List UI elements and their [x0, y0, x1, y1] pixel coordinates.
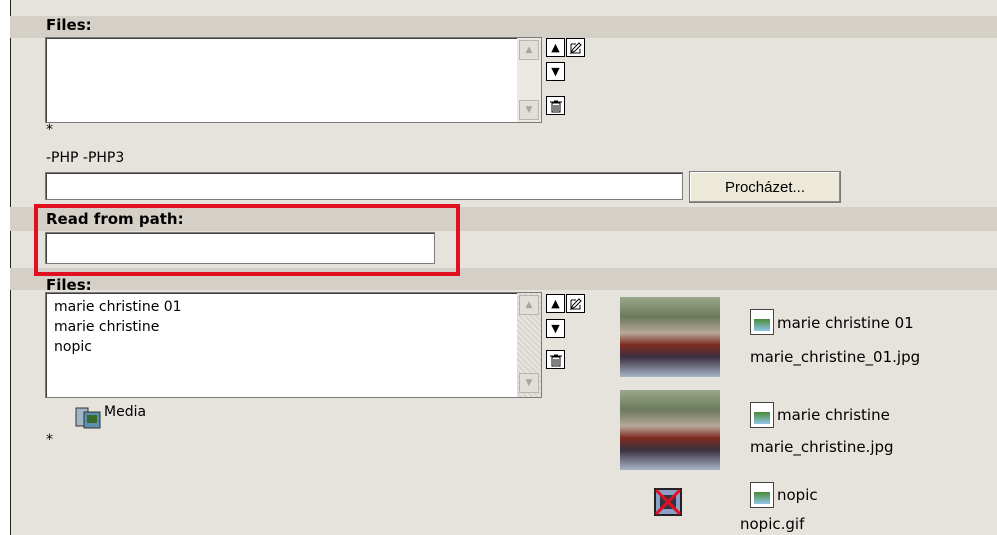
trash-icon: [549, 100, 562, 112]
delete-button[interactable]: [546, 96, 565, 115]
media-icon: [75, 407, 101, 429]
gallery-filename: nopic.gif: [740, 515, 805, 533]
edit-icon: [569, 41, 582, 54]
required-mark: *: [46, 122, 53, 138]
arrow-up-icon: ▲: [551, 41, 560, 54]
required-mark-2: *: [46, 432, 53, 448]
highlight-box: [34, 204, 460, 276]
browse-button[interactable]: Procházet...: [689, 171, 841, 203]
gallery-title[interactable]: nopic: [777, 486, 818, 504]
scroll-up-button[interactable]: ▲: [519, 40, 539, 60]
extensions-note: -PHP -PHP3: [46, 150, 125, 166]
arrow-up-icon: ▲: [551, 297, 560, 310]
edit-button[interactable]: [566, 38, 585, 57]
scroll-down-button[interactable]: ▼: [519, 100, 539, 120]
gallery-title[interactable]: marie christine 01: [777, 314, 914, 332]
arrow-down-icon: ▼: [551, 65, 560, 78]
files-select-list[interactable]: marie christine 01 marie christine nopic…: [45, 292, 542, 398]
media-label[interactable]: Media: [104, 404, 146, 420]
trash-icon: [549, 354, 562, 366]
edit-icon: [569, 297, 582, 310]
list-item[interactable]: marie christine 01: [46, 297, 182, 317]
image-file-icon: [750, 309, 774, 335]
move-up-button[interactable]: ▲: [546, 38, 565, 57]
files-header-bar: [10, 16, 997, 38]
gallery-filename: marie_christine_01.jpg: [750, 348, 921, 366]
move-down-button[interactable]: ▼: [546, 62, 565, 81]
list-item[interactable]: nopic: [46, 337, 182, 357]
files-label: Files:: [46, 16, 92, 34]
scroll-down-button[interactable]: ▼: [519, 373, 539, 393]
move-down-button-2[interactable]: ▼: [546, 319, 565, 338]
files-list[interactable]: ▲ ▼: [45, 37, 542, 123]
list-item[interactable]: marie christine: [46, 317, 182, 337]
edit-button-2[interactable]: [566, 294, 585, 313]
image-file-icon: [750, 482, 774, 508]
media-button[interactable]: [74, 404, 102, 430]
thumbnail-image[interactable]: [620, 297, 720, 377]
image-file-icon: [750, 402, 774, 428]
scroll-up-button[interactable]: ▲: [519, 295, 539, 315]
files-select-scrollbar[interactable]: ▲ ▼: [517, 293, 541, 397]
arrow-down-icon: ▼: [551, 322, 560, 335]
move-up-button-2[interactable]: ▲: [546, 294, 565, 313]
gallery-title[interactable]: marie christine: [777, 406, 890, 424]
file-upload-input[interactable]: [45, 172, 683, 200]
thumbnail-image[interactable]: [620, 390, 720, 470]
gallery-filename: marie_christine.jpg: [750, 438, 894, 456]
files-label-2: Files:: [46, 276, 92, 290]
delete-button-2[interactable]: [546, 350, 565, 369]
broken-image-icon[interactable]: [652, 486, 684, 518]
files-list-scrollbar[interactable]: ▲ ▼: [517, 38, 541, 122]
